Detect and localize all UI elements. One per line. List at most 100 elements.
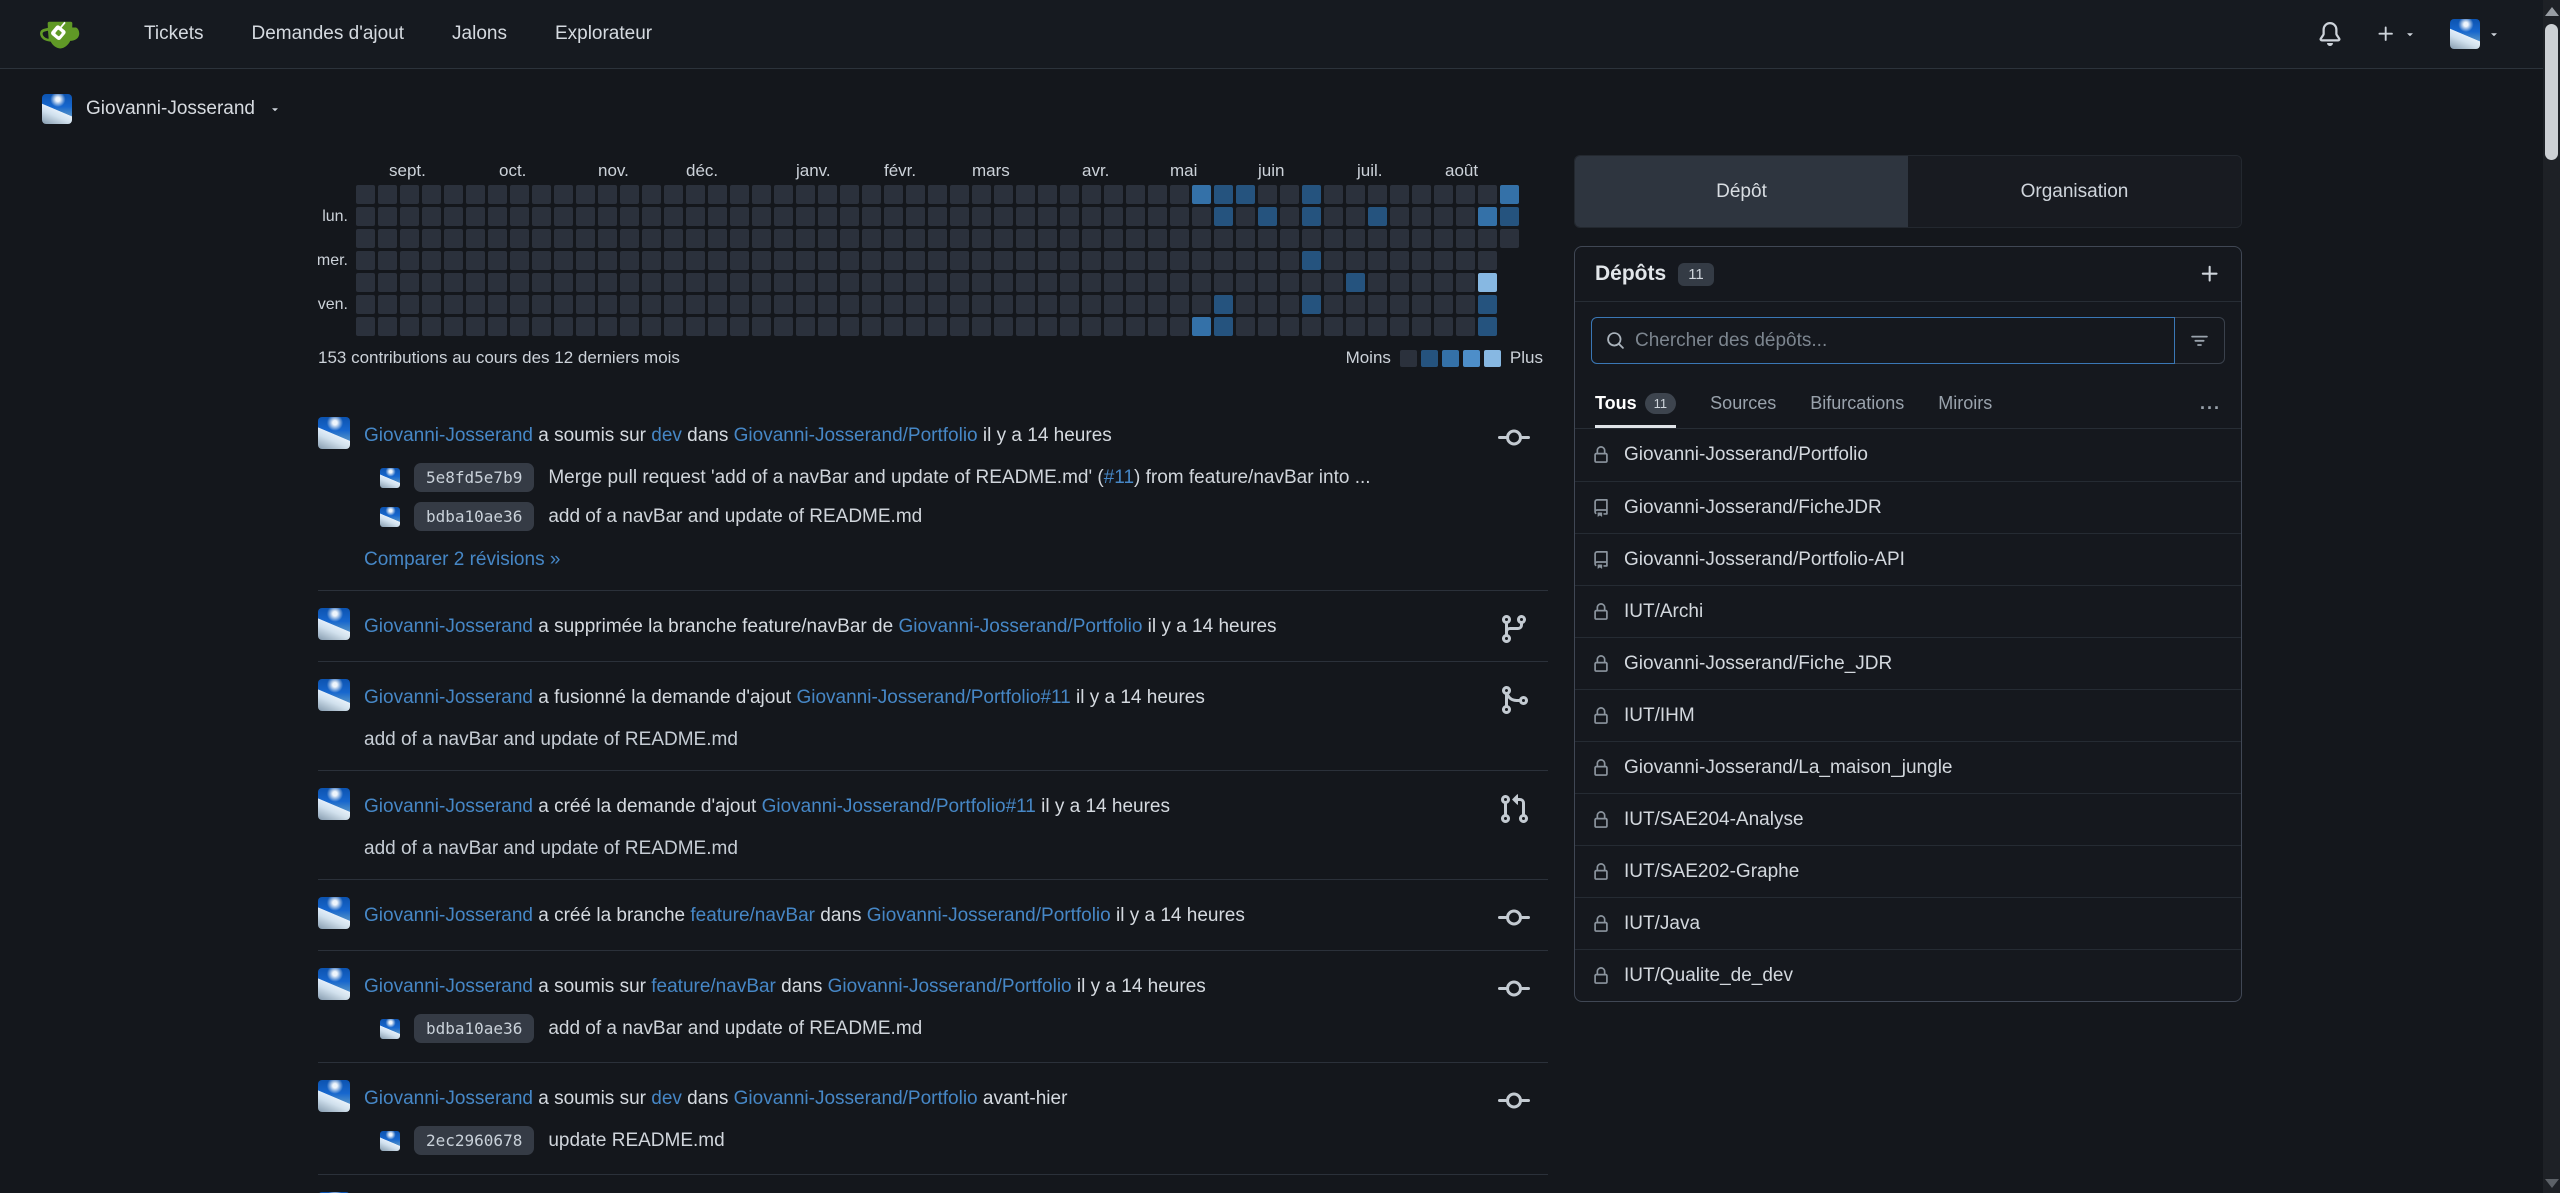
heatmap-cell[interactable]: [1280, 207, 1299, 226]
heatmap-cell[interactable]: [1214, 185, 1233, 204]
heatmap-cell[interactable]: [466, 185, 485, 204]
heatmap-cell[interactable]: [444, 273, 463, 292]
heatmap-cell[interactable]: [840, 207, 859, 226]
heatmap-cell[interactable]: [1126, 273, 1145, 292]
heatmap-cell[interactable]: [906, 317, 925, 336]
heatmap-cell[interactable]: [356, 185, 375, 204]
heatmap-cell[interactable]: [1126, 295, 1145, 314]
repo-filter-bifurcations[interactable]: Bifurcations: [1810, 379, 1904, 428]
heatmap-cell[interactable]: [1258, 317, 1277, 336]
window-scrollbar[interactable]: [2543, 0, 2560, 1193]
heatmap-cell[interactable]: [400, 229, 419, 248]
feed-header-link[interactable]: Giovanni-Josserand/Portfolio: [734, 1088, 978, 1109]
heatmap-cell[interactable]: [598, 207, 617, 226]
heatmap-cell[interactable]: [554, 295, 573, 314]
heatmap-cell[interactable]: [1236, 273, 1255, 292]
heatmap-cell[interactable]: [664, 207, 683, 226]
heatmap-cell[interactable]: [444, 295, 463, 314]
heatmap-cell[interactable]: [1148, 185, 1167, 204]
commit-hash-badge[interactable]: bdba10ae36: [414, 502, 534, 531]
heatmap-cell[interactable]: [1390, 295, 1409, 314]
heatmap-cell[interactable]: [664, 185, 683, 204]
heatmap-cell[interactable]: [774, 273, 793, 292]
heatmap-cell[interactable]: [884, 185, 903, 204]
heatmap-cell[interactable]: [1324, 229, 1343, 248]
heatmap-cell[interactable]: [1016, 207, 1035, 226]
heatmap-cell[interactable]: [1060, 251, 1079, 270]
heatmap-cell[interactable]: [378, 295, 397, 314]
heatmap-cell[interactable]: [774, 207, 793, 226]
heatmap-cell[interactable]: [796, 229, 815, 248]
heatmap-cell[interactable]: [1236, 185, 1255, 204]
heatmap-cell[interactable]: [620, 229, 639, 248]
feed-header-link[interactable]: Giovanni-Josserand/Portfolio#11: [762, 796, 1036, 817]
heatmap-cell[interactable]: [1390, 317, 1409, 336]
heatmap-cell[interactable]: [1302, 273, 1321, 292]
heatmap-cell[interactable]: [1170, 207, 1189, 226]
heatmap-cell[interactable]: [1192, 273, 1211, 292]
heatmap-cell[interactable]: [576, 185, 595, 204]
heatmap-cell[interactable]: [1104, 207, 1123, 226]
heatmap-cell[interactable]: [378, 273, 397, 292]
heatmap-cell[interactable]: [708, 295, 727, 314]
heatmap-cell[interactable]: [1104, 229, 1123, 248]
heatmap-cell[interactable]: [532, 207, 551, 226]
heatmap-cell[interactable]: [1280, 273, 1299, 292]
heatmap-cell[interactable]: [1104, 317, 1123, 336]
heatmap-cell[interactable]: [1126, 207, 1145, 226]
repo-filter-icon[interactable]: [2175, 317, 2225, 364]
heatmap-cell[interactable]: [1478, 251, 1497, 270]
heatmap-cell[interactable]: [1214, 229, 1233, 248]
create-new-dropdown[interactable]: [2376, 24, 2416, 44]
heatmap-cell[interactable]: [1324, 251, 1343, 270]
heatmap-cell[interactable]: [1434, 317, 1453, 336]
heatmap-cell[interactable]: [1236, 295, 1255, 314]
heatmap-cell[interactable]: [950, 273, 969, 292]
heatmap-cell[interactable]: [488, 295, 507, 314]
feed-header-link[interactable]: Giovanni-Josserand/Portfolio: [867, 905, 1111, 926]
heatmap-cell[interactable]: [642, 295, 661, 314]
heatmap-cell[interactable]: [972, 273, 991, 292]
heatmap-cell[interactable]: [818, 229, 837, 248]
heatmap-cell[interactable]: [1478, 317, 1497, 336]
feed-header-link[interactable]: Giovanni-Josserand: [364, 687, 533, 708]
heatmap-cell[interactable]: [620, 295, 639, 314]
heatmap-cell[interactable]: [598, 295, 617, 314]
heatmap-cell[interactable]: [1368, 317, 1387, 336]
heatmap-cell[interactable]: [378, 251, 397, 270]
heatmap-cell[interactable]: [1368, 273, 1387, 292]
heatmap-cell[interactable]: [554, 251, 573, 270]
heatmap-cell[interactable]: [598, 251, 617, 270]
heatmap-cell[interactable]: [1456, 207, 1475, 226]
heatmap-cell[interactable]: [1214, 317, 1233, 336]
heatmap-cell[interactable]: [576, 207, 595, 226]
heatmap-cell[interactable]: [1390, 229, 1409, 248]
heatmap-cell[interactable]: [1192, 251, 1211, 270]
nav-item-jalons[interactable]: Jalons: [432, 13, 527, 55]
repo-list-item[interactable]: Giovanni-Josserand/FicheJDR: [1575, 481, 2241, 533]
heatmap-cell[interactable]: [950, 317, 969, 336]
feed-header-link[interactable]: Giovanni-Josserand/Portfolio: [898, 616, 1142, 637]
heatmap-cell[interactable]: [840, 185, 859, 204]
heatmap-cell[interactable]: [774, 295, 793, 314]
heatmap-cell[interactable]: [1324, 185, 1343, 204]
heatmap-cell[interactable]: [1192, 295, 1211, 314]
heatmap-cell[interactable]: [1236, 229, 1255, 248]
heatmap-cell[interactable]: [818, 207, 837, 226]
heatmap-cell[interactable]: [1346, 295, 1365, 314]
heatmap-cell[interactable]: [840, 295, 859, 314]
heatmap-cell[interactable]: [488, 317, 507, 336]
heatmap-cell[interactable]: [1456, 295, 1475, 314]
heatmap-cell[interactable]: [928, 229, 947, 248]
heatmap-cell[interactable]: [598, 185, 617, 204]
heatmap-cell[interactable]: [1280, 229, 1299, 248]
heatmap-cell[interactable]: [796, 317, 815, 336]
heatmap-cell[interactable]: [796, 207, 815, 226]
heatmap-cell[interactable]: [972, 317, 991, 336]
heatmap-cell[interactable]: [796, 185, 815, 204]
heatmap-cell[interactable]: [1478, 207, 1497, 226]
heatmap-cell[interactable]: [1148, 229, 1167, 248]
heatmap-cell[interactable]: [1258, 295, 1277, 314]
heatmap-cell[interactable]: [906, 273, 925, 292]
heatmap-cell[interactable]: [1082, 229, 1101, 248]
